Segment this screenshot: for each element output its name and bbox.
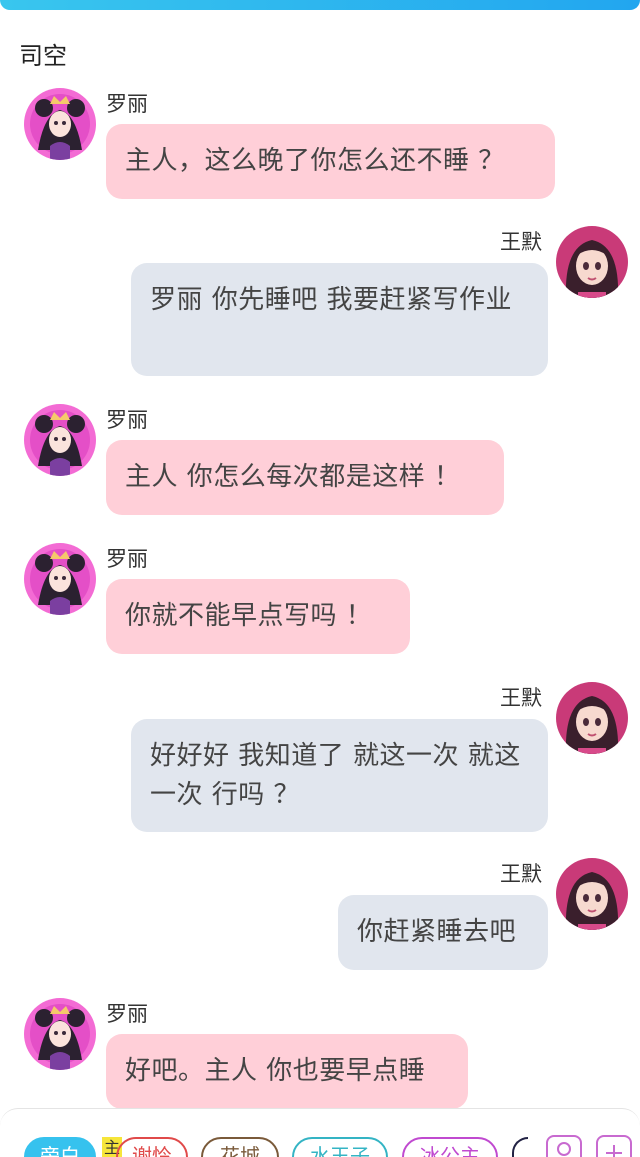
princess-avatar[interactable] [24, 543, 96, 615]
sender-name: 王默 [500, 686, 542, 710]
chip-ice-princess[interactable]: 冰公主 [402, 1137, 498, 1157]
chip-hua-cheng[interactable]: 花城 [201, 1137, 279, 1157]
girl-avatar[interactable] [556, 858, 628, 930]
princess-avatar[interactable] [24, 998, 96, 1070]
sender-name: 王默 [500, 862, 542, 886]
chip-water-prince[interactable]: 水王子 [292, 1137, 388, 1157]
chat-title: 司空 [19, 42, 67, 70]
message-bubble[interactable]: 主人 你怎么每次都是这样 ！ [106, 440, 504, 515]
chip-partial[interactable] [512, 1137, 528, 1157]
princess-avatar[interactable] [24, 404, 96, 476]
girl-avatar[interactable] [556, 682, 628, 754]
message-bubble[interactable]: 罗丽 你先睡吧 我要赶紧写作业 [131, 263, 548, 376]
character-icon[interactable] [546, 1135, 582, 1157]
sender-name: 罗丽 [106, 1002, 148, 1026]
sender-name: 罗丽 [106, 408, 148, 432]
princess-avatar[interactable] [24, 88, 96, 160]
sender-name: 王默 [500, 230, 542, 254]
top-bar [0, 0, 640, 10]
message-bubble[interactable]: 好吧。主人 你也要早点睡 [106, 1034, 468, 1109]
sender-name: 罗丽 [106, 92, 148, 116]
message-bubble[interactable]: 好好好 我知道了 就这一次 就这一次 行吗 ？ [131, 719, 548, 832]
message-bubble[interactable]: 你就不能早点写吗 ！ [106, 579, 410, 654]
sender-name: 罗丽 [106, 547, 148, 571]
girl-avatar[interactable] [556, 226, 628, 298]
message-bubble[interactable]: 主人，这么晚了你怎么还不睡 ？ [106, 124, 555, 199]
chip-xie-lian[interactable]: 谢怜 [116, 1137, 188, 1157]
character-selector-bar: 旁白 主 谢怜 花城 水王子 冰公主 [0, 1108, 640, 1157]
chip-narrator[interactable]: 旁白 [24, 1137, 96, 1157]
add-character-icon[interactable] [596, 1135, 632, 1157]
message-bubble[interactable]: 你赶紧睡去吧 [338, 895, 548, 970]
